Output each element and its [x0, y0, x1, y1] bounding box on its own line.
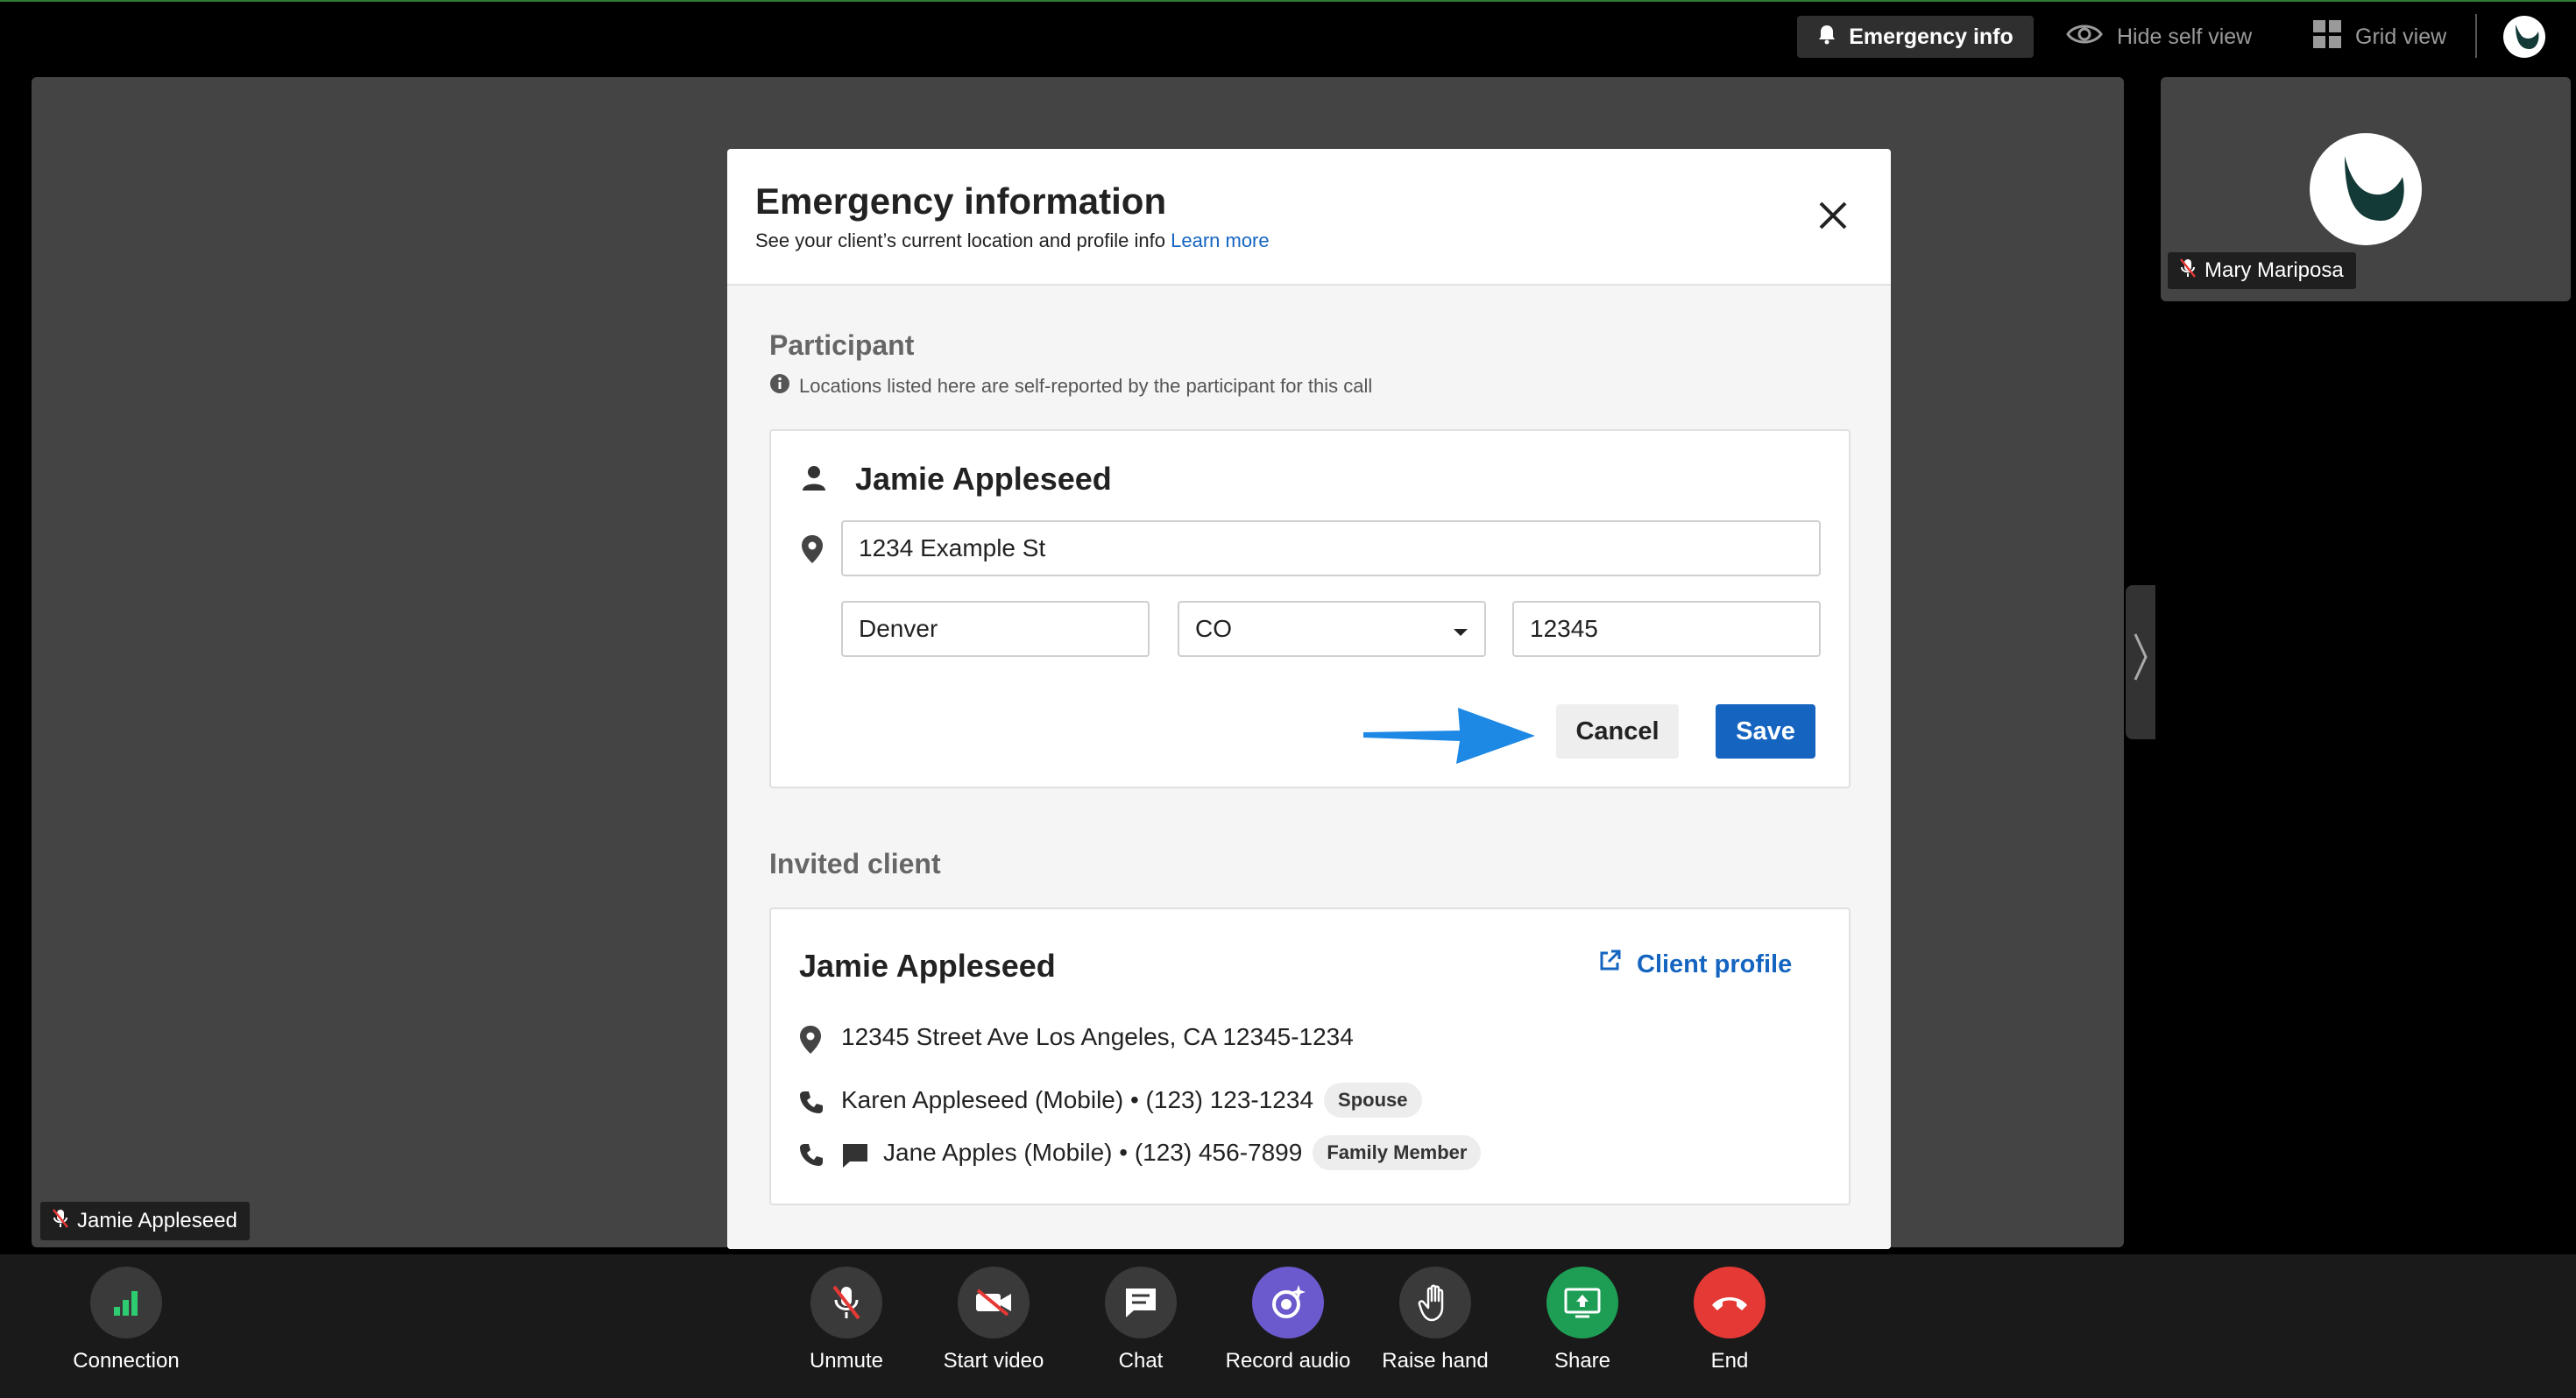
- invited-client-card: Jamie Appleseed Client profile 12345 Str…: [769, 907, 1851, 1205]
- participant-note-text: Locations listed here are self-reported …: [799, 375, 1373, 397]
- collapse-sidebar-tab[interactable]: [2126, 585, 2155, 739]
- street-value: 1234 Example St: [859, 534, 1046, 561]
- contact-row: Jane Apples (Mobile) • (123) 456-7899 Fa…: [883, 1135, 1482, 1170]
- state-value: CO: [1195, 615, 1232, 642]
- share-label: Share: [1553, 1349, 1611, 1373]
- muted-mic-icon: [53, 1208, 68, 1235]
- invited-client-section-title: Invited client: [769, 848, 941, 879]
- participant-note: Locations listed here are self-reported …: [769, 373, 1372, 399]
- raise-hand-label: Raise hand: [1382, 1349, 1489, 1373]
- share-screen-icon: [1546, 1267, 1618, 1338]
- emergency-info-button[interactable]: Emergency info: [1797, 16, 2034, 58]
- stage-participant-tag: Jamie Appleseed: [40, 1202, 250, 1240]
- relationship-badge: Spouse: [1324, 1083, 1422, 1118]
- grid-view-button[interactable]: Grid view: [2313, 16, 2446, 58]
- share-button[interactable]: Share: [1509, 1267, 1656, 1373]
- stage-participant-name: Jamie Appleseed: [77, 1209, 237, 1232]
- contact-row: Karen Appleseed (Mobile) • (123) 123-123…: [841, 1083, 1422, 1118]
- person-icon: [801, 464, 827, 495]
- zip-field[interactable]: 12345: [1512, 601, 1821, 657]
- client-profile-label: Client profile: [1637, 950, 1793, 978]
- location-pin-icon: [799, 1025, 822, 1059]
- state-select[interactable]: CO: [1178, 601, 1486, 657]
- save-button[interactable]: Save: [1716, 704, 1815, 759]
- city-field[interactable]: Denver: [841, 601, 1150, 657]
- grid-icon: [2313, 19, 2341, 54]
- emergency-information-dialog: Emergency information See your client’s …: [727, 149, 1891, 1249]
- unmute-button[interactable]: Unmute: [773, 1267, 920, 1373]
- record-audio-label: Record audio: [1225, 1349, 1351, 1373]
- participant-card: Jamie Appleseed 1234 Example St Denver C…: [769, 429, 1851, 788]
- top-accent-line: [0, 0, 2576, 2]
- phone-icon: [799, 1090, 824, 1119]
- client-profile-link[interactable]: Client profile: [1598, 950, 1792, 979]
- info-icon: [769, 373, 790, 399]
- record-audio-icon: [1252, 1267, 1324, 1338]
- call-controls-bar: Connection Unmute Start video Chat Recor…: [0, 1254, 2576, 1398]
- hide-self-view-button[interactable]: Hide self view: [2066, 16, 2252, 58]
- dialog-body: Participant Locations listed here are se…: [727, 286, 1891, 1249]
- external-link-icon: [1598, 950, 1621, 979]
- city-value: Denver: [859, 615, 938, 642]
- chat-label: Chat: [1118, 1349, 1164, 1373]
- connection-icon: [90, 1267, 162, 1338]
- phone-icon: [799, 1142, 824, 1171]
- relationship-badge: Family Member: [1313, 1135, 1482, 1170]
- chevron-right-icon: [2132, 631, 2149, 694]
- street-field[interactable]: 1234 Example St: [841, 520, 1821, 576]
- message-icon: [841, 1142, 869, 1173]
- connection-label: Connection: [73, 1349, 180, 1373]
- end-call-button[interactable]: End: [1656, 1267, 1803, 1373]
- unmute-label: Unmute: [809, 1349, 884, 1373]
- chat-icon: [1105, 1267, 1177, 1338]
- bell-icon: [1817, 24, 1836, 51]
- contact-text: Jane Apples (Mobile) • (123) 456-7899: [883, 1139, 1303, 1166]
- avatar: [2310, 133, 2422, 245]
- video-off-icon: [958, 1267, 1030, 1338]
- topbar-divider: [2475, 14, 2477, 58]
- grid-view-label: Grid view: [2355, 24, 2447, 49]
- hide-self-view-label: Hide self view: [2117, 24, 2253, 49]
- invited-client-name: Jamie Appleseed: [799, 948, 1056, 984]
- participant-name: Jamie Appleseed: [855, 461, 1112, 497]
- muted-mic-icon: [810, 1267, 882, 1338]
- self-view-name: Mary Mariposa: [2204, 258, 2344, 282]
- dialog-header: Emergency information See your client’s …: [727, 149, 1891, 286]
- self-view-tile: Mary Mariposa: [2161, 77, 2571, 301]
- connection-button[interactable]: Connection: [53, 1267, 200, 1373]
- start-video-label: Start video: [943, 1349, 1044, 1373]
- eye-icon: [2066, 22, 2103, 53]
- start-video-button[interactable]: Start video: [920, 1267, 1067, 1373]
- record-audio-button[interactable]: Record audio: [1214, 1267, 1362, 1373]
- location-pin-icon: [801, 534, 824, 568]
- muted-mic-icon: [2180, 258, 2196, 285]
- dialog-subtitle: See your client’s current location and p…: [755, 229, 1270, 252]
- participant-section-title: Participant: [769, 329, 915, 361]
- pointer-arrow-icon: [1363, 701, 1539, 772]
- dialog-subtitle-text: See your client’s current location and p…: [755, 229, 1165, 251]
- learn-more-link[interactable]: Learn more: [1171, 229, 1270, 251]
- dialog-title: Emergency information: [755, 180, 1167, 222]
- chat-button[interactable]: Chat: [1067, 1267, 1214, 1373]
- close-icon[interactable]: [1815, 198, 1851, 233]
- self-view-tag: Mary Mariposa: [2168, 252, 2356, 289]
- cancel-button[interactable]: Cancel: [1556, 704, 1679, 759]
- contact-text: Karen Appleseed (Mobile) • (123) 123-123…: [841, 1086, 1314, 1113]
- hand-icon: [1399, 1267, 1471, 1338]
- caret-down-icon: [1453, 615, 1468, 643]
- end-label: End: [1710, 1349, 1749, 1373]
- hang-up-icon: [1694, 1267, 1766, 1338]
- brand-logo-icon[interactable]: [2503, 16, 2545, 58]
- zip-value: 12345: [1530, 615, 1598, 642]
- emergency-info-label: Emergency info: [1849, 24, 2013, 49]
- invited-client-address: 12345 Street Ave Los Angeles, CA 12345-1…: [841, 1023, 1354, 1050]
- raise-hand-button[interactable]: Raise hand: [1362, 1267, 1509, 1373]
